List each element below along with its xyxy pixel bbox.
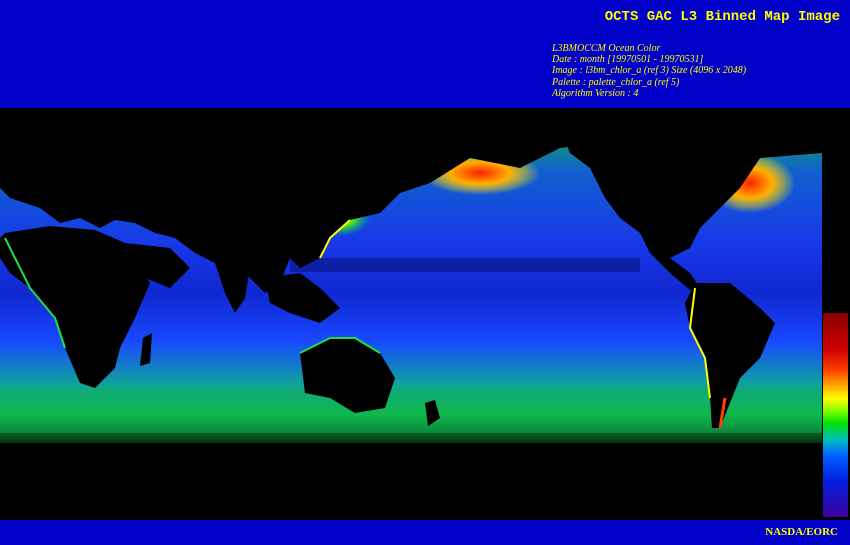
southern-ocean-band bbox=[0, 388, 822, 433]
chlorophyll-map bbox=[0, 108, 850, 520]
footer-bar: NASDA/EORC bbox=[0, 520, 850, 545]
meta-product: L3BMOCCM Ocean Color bbox=[552, 43, 661, 54]
map-title: OCTS GAC L3 Binned Map Image bbox=[604, 9, 840, 25]
map-canvas bbox=[0, 128, 822, 520]
meta-image: Image : l3bm_chlor_a (ref 3) Size (4096 … bbox=[552, 65, 747, 77]
meta-algorithm: Algorithm Version : 4 bbox=[552, 87, 639, 99]
color-scale-bar bbox=[823, 313, 848, 517]
header-bar: OCTS GAC L3 Binned Map Image L3BMOCCM Oc… bbox=[0, 0, 850, 108]
meta-date: Date : month [19970501 - 19970531] bbox=[552, 54, 704, 66]
credit-label: NASDA/EORC bbox=[765, 526, 838, 538]
equatorial-band bbox=[290, 258, 640, 272]
metadata-block: L3BMOCCM Ocean Color Date : month [19970… bbox=[552, 43, 746, 99]
meta-palette: Palette : palette_chlor_a (ref 5) bbox=[552, 76, 680, 88]
land-southern-blank bbox=[0, 443, 822, 520]
